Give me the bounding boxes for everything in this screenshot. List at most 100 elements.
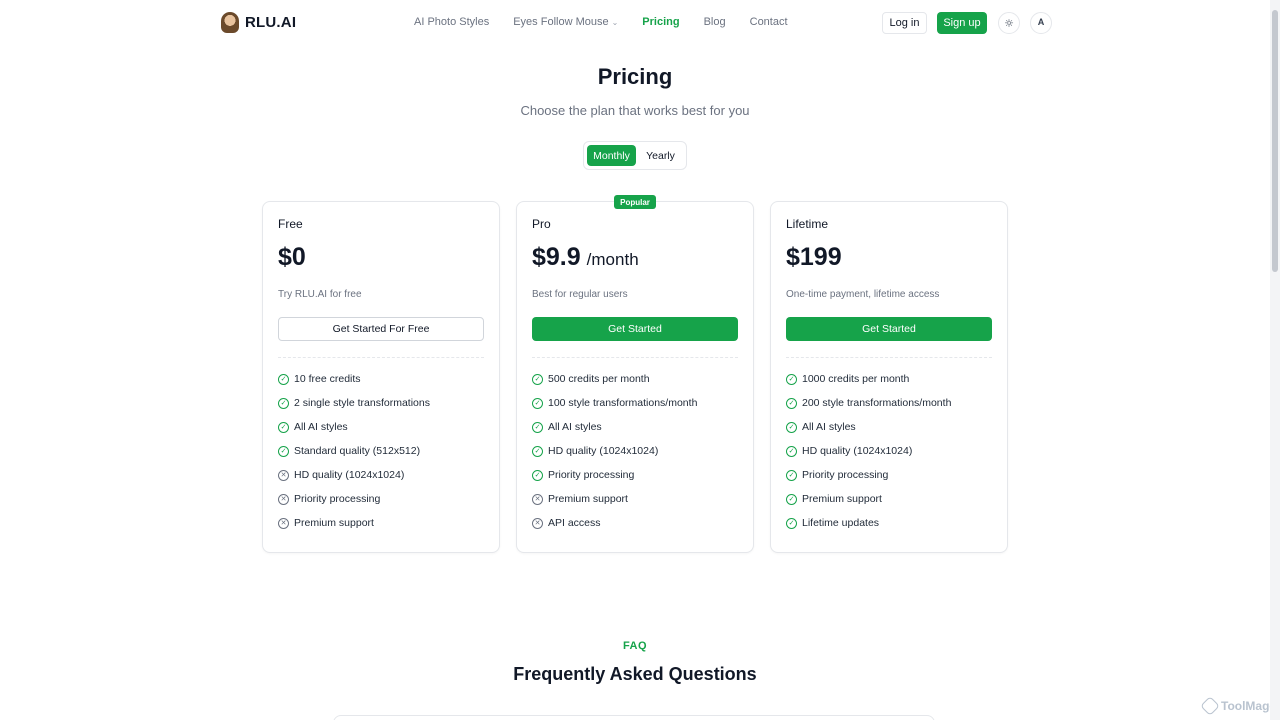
plan-feature-text: HD quality (1024x1024) (294, 469, 405, 481)
plan-price: $199 (786, 243, 842, 271)
plan-feature: ✓ 500 credits per month (532, 367, 697, 391)
check-circle-icon: ✓ (532, 421, 543, 433)
plan-feature-text: 500 credits per month (548, 373, 650, 385)
plan-description: Try RLU.AI for free (278, 289, 362, 300)
brand-link[interactable]: RLU.AI (221, 12, 296, 33)
nav-contact[interactable]: Contact (750, 16, 788, 28)
plan-feature: ✓ 100 style transformations/month (532, 391, 697, 415)
sun-icon: ☼ (1004, 16, 1014, 30)
nav-ai-photo-styles[interactable]: AI Photo Styles (414, 16, 489, 28)
brand-name: RLU.AI (245, 14, 297, 31)
site-header: RLU.AI AI Photo Styles Eyes Follow Mouse… (0, 0, 1270, 44)
nav-pricing[interactable]: Pricing (642, 16, 679, 28)
plan-period: /month (586, 250, 639, 269)
plan-features: ✓ 500 credits per month ✓ 100 style tran… (532, 367, 697, 535)
page-scrollbar[interactable] (1270, 0, 1280, 720)
faq-title: Frequently Asked Questions (513, 664, 757, 684)
watermark-text: ToolMage (1221, 699, 1277, 713)
check-circle-icon: ✓ (786, 373, 797, 385)
faq-kicker: FAQ (622, 640, 648, 652)
plan-feature-text: 200 style transformations/month (802, 397, 952, 409)
plan-feature-text: All AI styles (802, 421, 856, 433)
check-circle-icon: ✓ (786, 421, 797, 433)
nav-label: Eyes Follow Mouse (513, 16, 609, 28)
plan-feature: ✕ API access (532, 511, 697, 535)
plan-feature-text: Priority processing (294, 493, 381, 505)
nav-blog[interactable]: Blog (704, 16, 726, 28)
page-subtitle: Choose the plan that works best for you (520, 103, 750, 118)
plan-cta-button[interactable]: Get Started For Free (278, 317, 484, 341)
plan-feature-text: Priority processing (548, 469, 635, 481)
plan-features: ✓ 1000 credits per month ✓ 200 style tra… (786, 367, 951, 535)
plan-cta-button[interactable]: Get Started (532, 317, 738, 341)
theme-toggle-button[interactable]: ☼ (998, 12, 1020, 34)
nav-label: Blog (703, 16, 726, 28)
popular-badge: Popular (614, 195, 656, 209)
check-circle-icon: ✓ (786, 493, 797, 505)
plan-feature: ✕ HD quality (1024x1024) (278, 463, 430, 487)
plan-feature-text: Premium support (802, 493, 882, 505)
plan-feature: ✓ All AI styles (786, 415, 951, 439)
scrollbar-thumb[interactable] (1272, 10, 1278, 272)
plan-card-free: Free $0 Try RLU.AI for free Get Started F… (262, 201, 500, 553)
check-circle-icon: ✓ (278, 397, 289, 409)
x-circle-icon: ✕ (278, 493, 289, 505)
x-circle-icon: ✕ (532, 517, 543, 529)
check-circle-icon: ✓ (532, 373, 543, 385)
plan-feature: ✓ 200 style transformations/month (786, 391, 951, 415)
faq-item[interactable] (333, 715, 935, 720)
plan-feature: ✓ Priority processing (786, 463, 951, 487)
nav-eyes-follow-mouse[interactable]: Eyes Follow Mouse ⌄ (513, 16, 618, 28)
plan-feature: ✓ Standard quality (512x512) (278, 439, 430, 463)
plan-price-row: $0 (278, 243, 312, 272)
plan-feature-text: Standard quality (512x512) (294, 445, 421, 457)
page-title: Pricing (597, 64, 673, 89)
plan-feature-text: Premium support (548, 493, 628, 505)
login-button[interactable]: Log in (882, 12, 927, 34)
check-circle-icon: ✓ (278, 421, 289, 433)
plan-feature: ✓ All AI styles (532, 415, 697, 439)
check-circle-icon: ✓ (278, 373, 289, 385)
check-circle-icon: ✓ (532, 469, 543, 481)
x-circle-icon: ✕ (278, 517, 289, 529)
plan-feature: ✓ 1000 credits per month (786, 367, 951, 391)
plan-feature: ✓ 2 single style transformations (278, 391, 430, 415)
check-circle-icon: ✓ (786, 445, 797, 457)
x-circle-icon: ✕ (532, 493, 543, 505)
plan-price-row: $9.9 /month (532, 243, 639, 272)
plan-feature: ✓ Premium support (786, 487, 951, 511)
plan-divider (786, 357, 992, 358)
plan-feature-text: All AI styles (294, 421, 348, 433)
nav-label: AI Photo Styles (414, 16, 490, 28)
plan-cta-button[interactable]: Get Started (786, 317, 992, 341)
plan-feature-text: Lifetime updates (802, 517, 880, 529)
plan-divider (278, 357, 484, 358)
nav-label: Pricing (642, 16, 680, 28)
brand-logo-icon (221, 12, 239, 33)
billing-monthly-option[interactable]: Monthly (587, 145, 636, 166)
chevron-down-icon: ⌄ (611, 17, 619, 27)
plan-feature: ✕ Premium support (532, 487, 697, 511)
plan-feature-text: API access (548, 517, 601, 529)
plan-feature: ✓ Priority processing (532, 463, 697, 487)
plan-card-lifetime: Lifetime $199 One-time payment, lifetime… (770, 201, 1008, 553)
plan-feature: ✓ All AI styles (278, 415, 430, 439)
plan-divider (532, 357, 738, 358)
translate-icon: 𝐀 (1037, 18, 1045, 28)
plan-feature: ✕ Priority processing (278, 487, 430, 511)
plan-feature: ✓ Lifetime updates (786, 511, 951, 535)
signup-button[interactable]: Sign up (937, 12, 987, 34)
language-button[interactable]: 𝐀 (1030, 12, 1052, 34)
check-circle-icon: ✓ (786, 397, 797, 409)
nav-label: Contact (749, 16, 788, 28)
plan-feature: ✕ Premium support (278, 511, 430, 535)
plan-feature-text: 10 free credits (294, 373, 361, 385)
plan-feature-text: Premium support (294, 517, 374, 529)
plan-description: Best for regular users (532, 289, 628, 300)
plan-feature: ✓ 10 free credits (278, 367, 430, 391)
plan-card-pro: Pro $9.9 /month Best for regular users Ge… (516, 201, 754, 553)
billing-yearly-option[interactable]: Yearly (638, 145, 683, 166)
plan-name: Free (278, 217, 303, 231)
plan-feature-text: All AI styles (548, 421, 602, 433)
plan-feature: ✓ HD quality (1024x1024) (532, 439, 697, 463)
